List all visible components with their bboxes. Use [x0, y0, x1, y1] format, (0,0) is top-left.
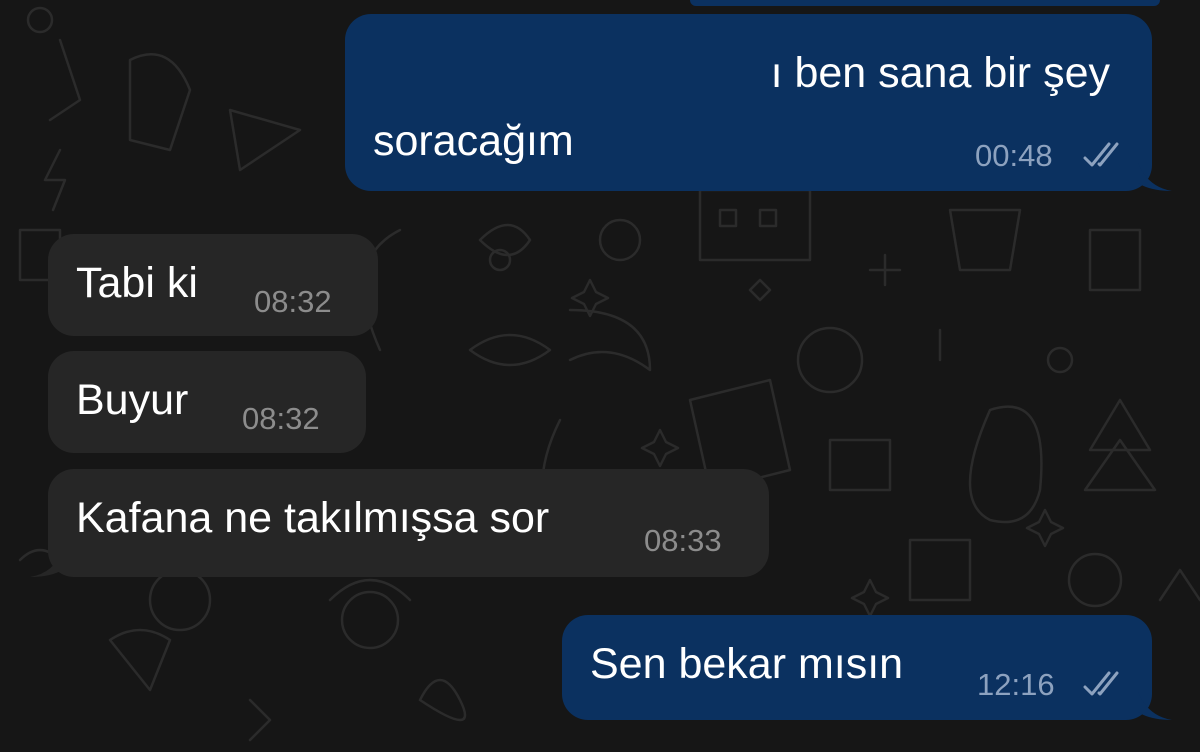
bubble-tail: [1138, 163, 1172, 191]
message-timestamp: 00:48: [975, 138, 1053, 173]
incoming-message-bubble[interactable]: Kafana ne takılmışsa sor 08:33: [48, 469, 769, 577]
message-text: Kafana ne takılmışsa sor: [76, 494, 550, 542]
message-text: Sen bekar mısın: [590, 640, 904, 688]
message-text-line-1: ı ben sana bir şey: [770, 49, 1110, 97]
read-double-check-icon: [1083, 142, 1119, 167]
message-timestamp: 08:32: [254, 284, 332, 319]
message-text-line-2: soracağım: [373, 117, 574, 165]
message-text: Tabi ki: [76, 259, 198, 307]
previous-message-edge: [690, 0, 1160, 6]
incoming-message-bubble[interactable]: Tabi ki 08:32: [48, 234, 378, 336]
message-timestamp: 08:32: [242, 401, 320, 436]
bubble-tail: [1138, 692, 1172, 720]
bubble-tail: [30, 549, 64, 577]
read-double-check-icon: [1083, 671, 1119, 696]
incoming-message-bubble[interactable]: Buyur 08:32: [48, 351, 366, 453]
message-timestamp: 08:33: [644, 523, 722, 558]
outgoing-message-bubble[interactable]: ı ben sana bir şey soracağım 00:48: [345, 14, 1152, 191]
outgoing-message-bubble[interactable]: Sen bekar mısın 12:16: [562, 615, 1152, 720]
message-text: Buyur: [76, 376, 189, 424]
redacted-text-overlay: [373, 50, 758, 96]
message-timestamp: 12:16: [977, 667, 1055, 702]
